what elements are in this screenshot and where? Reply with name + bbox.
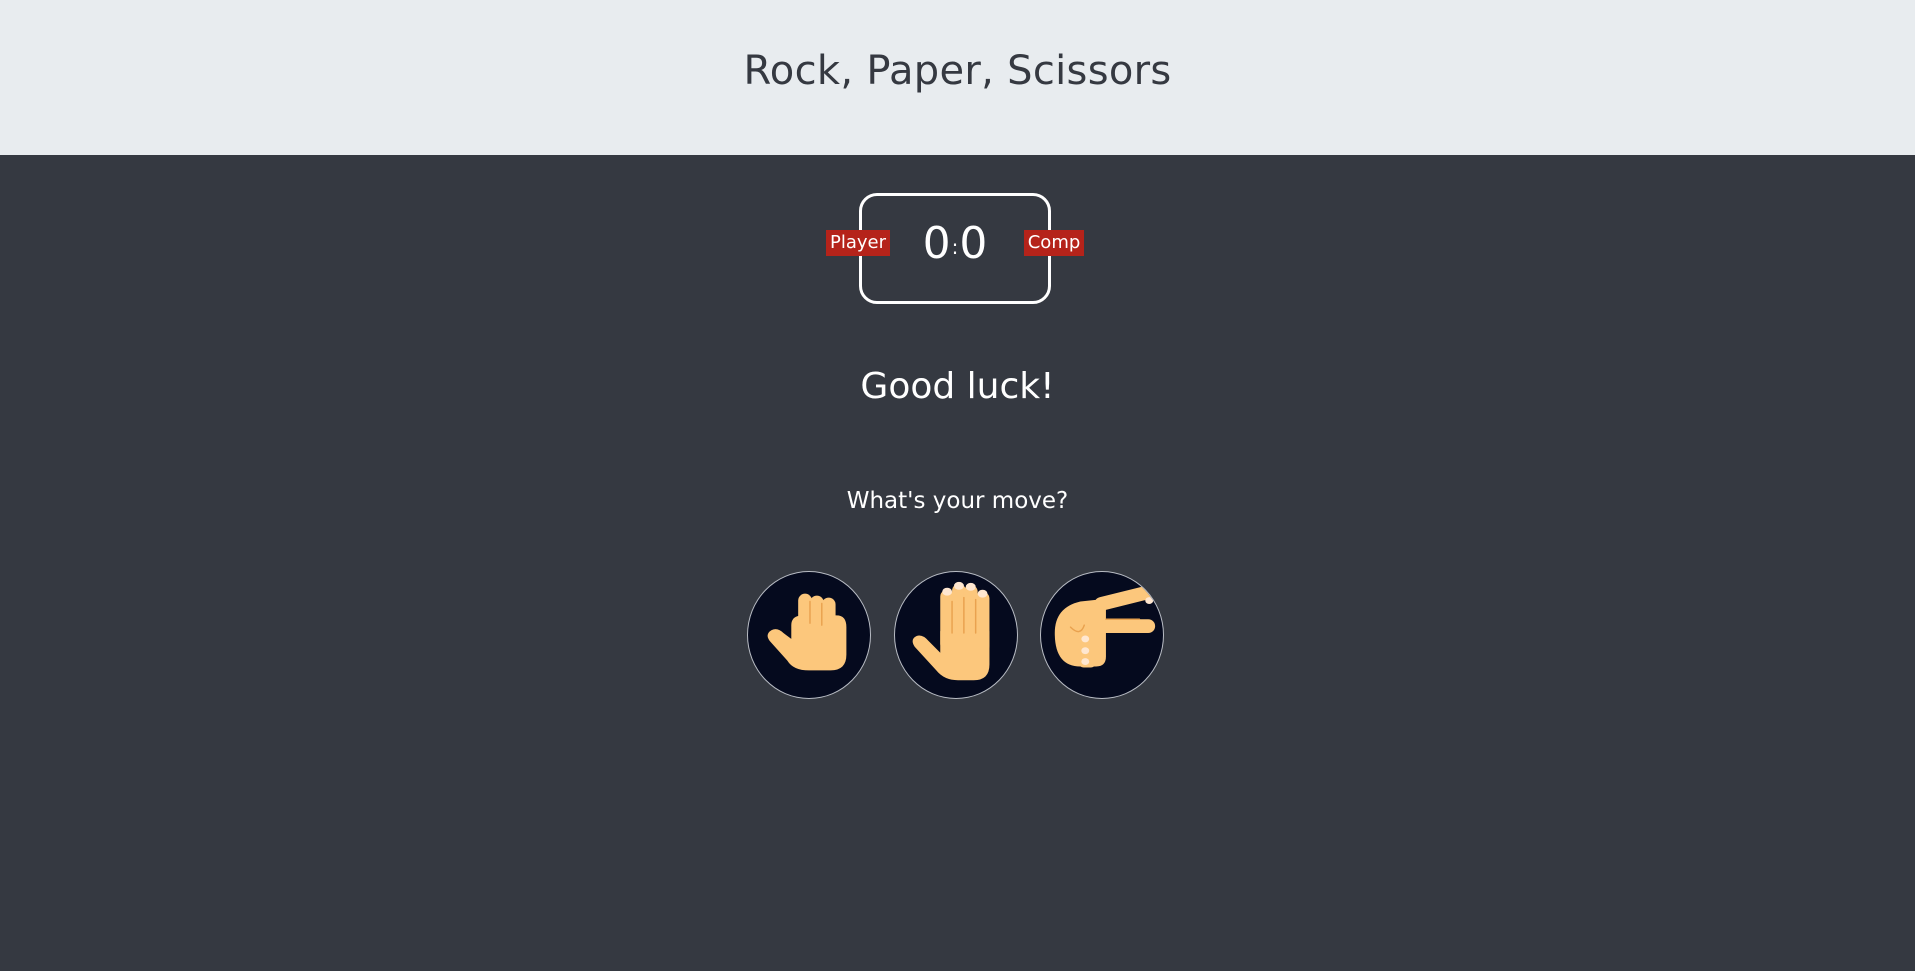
paper-button[interactable]	[894, 571, 1018, 699]
page-title: Rock, Paper, Scissors	[743, 47, 1172, 94]
move-prompt: What's your move?	[846, 488, 1069, 514]
rock-hand-icon	[767, 593, 847, 671]
comp-badge: Comp	[1024, 230, 1084, 256]
scissors-hand-icon	[1054, 586, 1156, 668]
paper-hand-icon	[912, 581, 990, 681]
scissors-button[interactable]	[1040, 571, 1164, 699]
player-score: 0	[922, 218, 951, 269]
rock-button[interactable]	[747, 571, 871, 699]
result-message: Good luck!	[860, 366, 1055, 407]
page-header: Rock, Paper, Scissors	[0, 0, 1915, 155]
score-separator: :	[951, 235, 959, 259]
comp-score: 0	[959, 218, 988, 269]
player-badge: Player	[826, 230, 890, 256]
